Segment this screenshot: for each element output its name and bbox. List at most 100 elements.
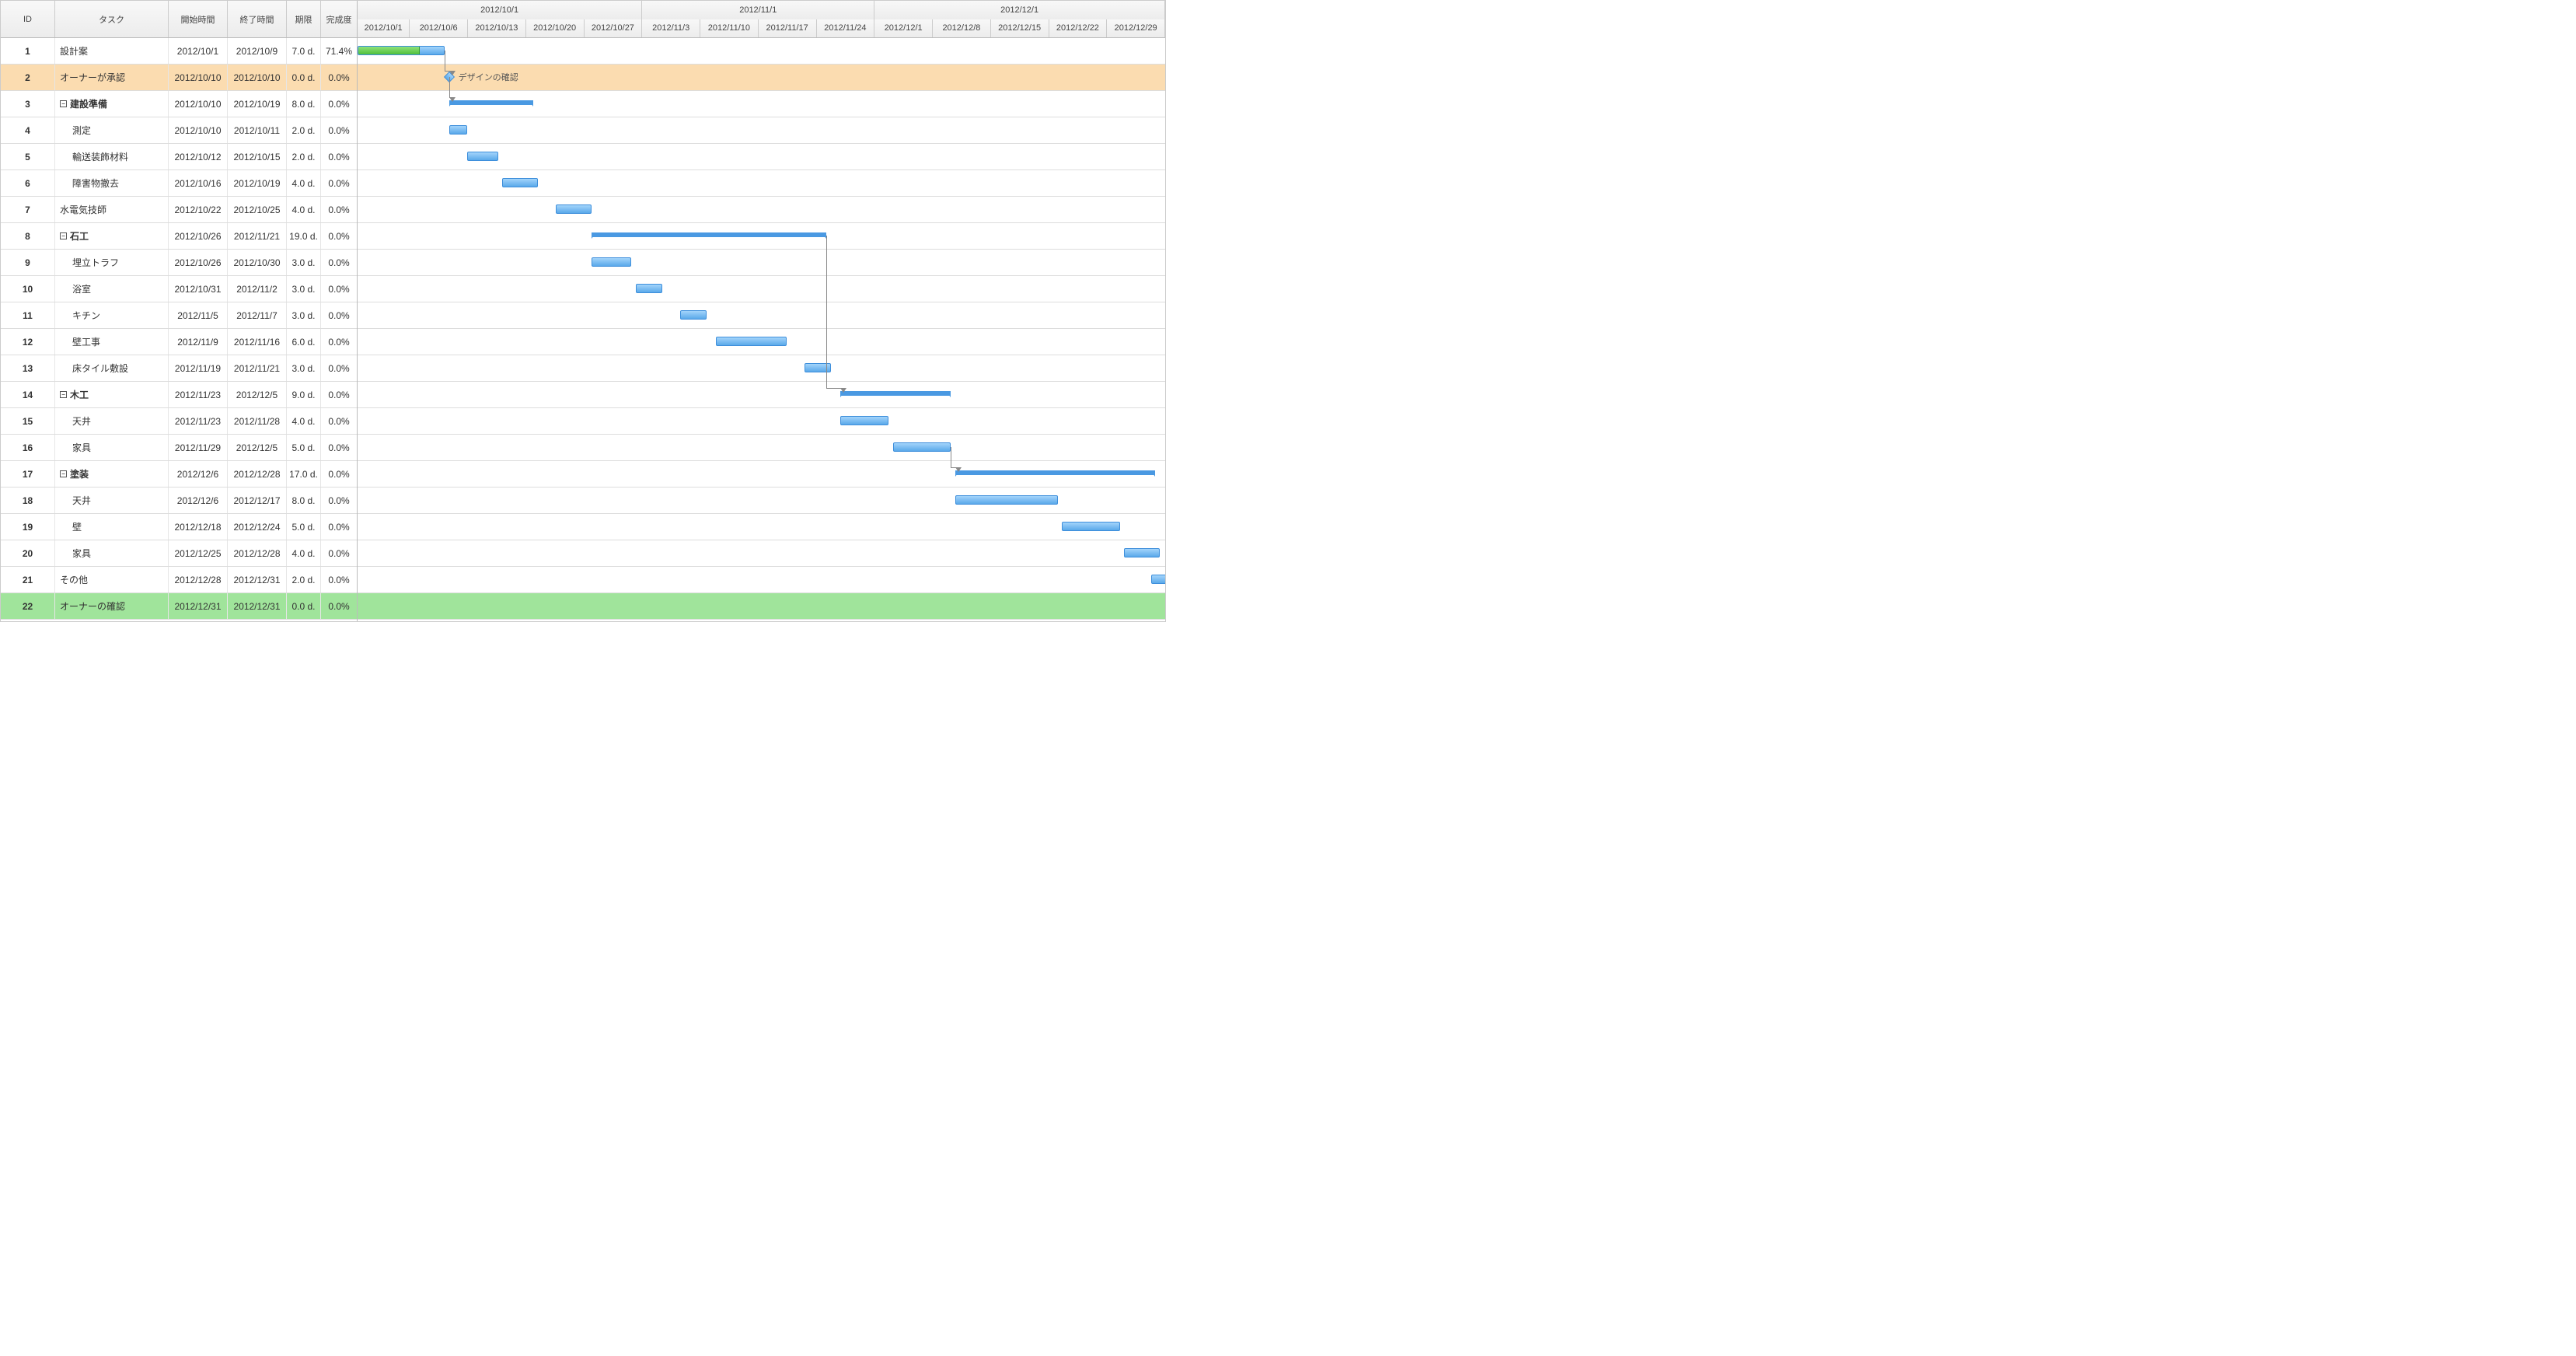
cell-duration: 5.0 d.	[287, 435, 321, 460]
summary-bar[interactable]	[449, 100, 534, 105]
cell-duration: 3.0 d.	[287, 302, 321, 328]
task-name: 天井	[72, 414, 91, 428]
table-row[interactable]: 21その他2012/12/282012/12/312.0 d.0.0%	[1, 567, 357, 593]
summary-bar[interactable]	[840, 391, 951, 396]
task-bar[interactable]	[467, 152, 498, 161]
collapse-icon[interactable]: −	[60, 470, 67, 477]
table-row[interactable]: 17−塗装2012/12/62012/12/2817.0 d.0.0%	[1, 461, 357, 488]
table-row[interactable]: 15天井2012/11/232012/11/284.0 d.0.0%	[1, 408, 357, 435]
table-row[interactable]: 10浴室2012/10/312012/11/23.0 d.0.0%	[1, 276, 357, 302]
task-bar[interactable]	[893, 442, 951, 452]
task-name: 天井	[72, 494, 91, 507]
timeline-row	[358, 461, 1165, 488]
table-row[interactable]: 3−建設準備2012/10/102012/10/198.0 d.0.0%	[1, 91, 357, 117]
table-row[interactable]: 4測定2012/10/102012/10/112.0 d.0.0%	[1, 117, 357, 144]
task-bar[interactable]	[680, 310, 707, 320]
col-start-header[interactable]: 開始時間	[169, 1, 228, 37]
col-duration-header[interactable]: 期限	[287, 1, 321, 37]
week-header: 2012/10/27	[585, 19, 643, 38]
table-row[interactable]: 9埋立トラフ2012/10/262012/10/303.0 d.0.0%	[1, 250, 357, 276]
col-progress-header[interactable]: 完成度	[321, 1, 357, 37]
timeline-row	[358, 276, 1165, 302]
timeline-pane: 2012/10/12012/11/12012/12/1 2012/10/1201…	[358, 1, 1165, 621]
summary-bar[interactable]	[955, 470, 1155, 475]
task-name: 浴室	[72, 282, 91, 295]
cell-duration: 2.0 d.	[287, 567, 321, 592]
timeline-row	[358, 435, 1165, 461]
collapse-icon[interactable]: −	[60, 100, 67, 107]
cell-duration: 17.0 d.	[287, 461, 321, 487]
table-row[interactable]: 12壁工事2012/11/92012/11/166.0 d.0.0%	[1, 329, 357, 355]
task-bar[interactable]	[592, 257, 631, 267]
table-row[interactable]: 8−石工2012/10/262012/11/2119.0 d.0.0%	[1, 223, 357, 250]
cell-end: 2012/10/11	[228, 117, 287, 143]
timeline-row	[358, 382, 1165, 408]
timeline-body[interactable]: デザインの確認	[358, 38, 1165, 621]
task-bar[interactable]	[955, 495, 1057, 505]
cell-task: 天井	[55, 488, 169, 513]
col-task-header[interactable]: タスク	[55, 1, 169, 37]
task-name: 埋立トラフ	[72, 256, 119, 269]
table-row[interactable]: 1設計案2012/10/12012/10/97.0 d.71.4%	[1, 38, 357, 65]
grid-header: ID タスク 開始時間 終了時間 期限 完成度	[1, 1, 357, 38]
task-bar[interactable]	[556, 204, 592, 214]
cell-duration: 0.0 d.	[287, 65, 321, 90]
task-bar[interactable]	[1124, 548, 1160, 557]
summary-bar[interactable]	[592, 232, 827, 237]
timeline-row	[358, 329, 1165, 355]
task-bar[interactable]	[449, 125, 467, 135]
task-bar[interactable]	[358, 46, 445, 55]
collapse-icon[interactable]: −	[60, 232, 67, 239]
col-end-header[interactable]: 終了時間	[228, 1, 287, 37]
cell-start: 2012/12/6	[169, 488, 228, 513]
task-bar[interactable]	[805, 363, 831, 372]
task-bar[interactable]	[636, 284, 662, 293]
cell-task: 輸送装飾材料	[55, 144, 169, 170]
task-bar[interactable]	[1062, 522, 1119, 531]
col-id-header[interactable]: ID	[1, 1, 55, 37]
task-bar[interactable]	[716, 337, 787, 346]
table-row[interactable]: 20家具2012/12/252012/12/284.0 d.0.0%	[1, 540, 357, 567]
cell-id: 19	[1, 514, 55, 540]
gantt-chart: ID タスク 開始時間 終了時間 期限 完成度 1設計案2012/10/1201…	[0, 0, 1166, 622]
cell-progress: 0.0%	[321, 593, 357, 619]
table-row[interactable]: 11キチン2012/11/52012/11/73.0 d.0.0%	[1, 302, 357, 329]
collapse-icon[interactable]: −	[60, 391, 67, 398]
week-header: 2012/12/29	[1107, 19, 1165, 38]
table-row[interactable]: 13床タイル敷設2012/11/192012/11/213.0 d.0.0%	[1, 355, 357, 382]
cell-duration: 19.0 d.	[287, 223, 321, 249]
cell-id: 5	[1, 144, 55, 170]
timeline-row	[358, 488, 1165, 514]
timeline-row	[358, 197, 1165, 223]
cell-progress: 0.0%	[321, 329, 357, 355]
cell-id: 3	[1, 91, 55, 117]
table-row[interactable]: 19壁2012/12/182012/12/245.0 d.0.0%	[1, 514, 357, 540]
cell-id: 22	[1, 593, 55, 619]
task-bar[interactable]	[502, 178, 538, 187]
table-row[interactable]: 18天井2012/12/62012/12/178.0 d.0.0%	[1, 488, 357, 514]
cell-progress: 0.0%	[321, 355, 357, 381]
cell-task: 壁	[55, 514, 169, 540]
cell-id: 16	[1, 435, 55, 460]
cell-end: 2012/12/28	[228, 540, 287, 566]
table-row[interactable]: 14−木工2012/11/232012/12/59.0 d.0.0%	[1, 382, 357, 408]
cell-duration: 3.0 d.	[287, 276, 321, 302]
cell-duration: 7.0 d.	[287, 38, 321, 64]
cell-id: 10	[1, 276, 55, 302]
table-row[interactable]: 5輸送装飾材料2012/10/122012/10/152.0 d.0.0%	[1, 144, 357, 170]
task-bar[interactable]	[1151, 575, 1165, 584]
cell-task: 家具	[55, 540, 169, 566]
table-row[interactable]: 22オーナーの確認2012/12/312012/12/310.0 d.0.0%	[1, 593, 357, 620]
cell-progress: 0.0%	[321, 408, 357, 434]
table-row[interactable]: 6障害物撤去2012/10/162012/10/194.0 d.0.0%	[1, 170, 357, 197]
week-header: 2012/10/1	[358, 19, 410, 38]
cell-end: 2012/12/31	[228, 567, 287, 592]
cell-start: 2012/11/19	[169, 355, 228, 381]
cell-end: 2012/10/30	[228, 250, 287, 275]
table-row[interactable]: 16家具2012/11/292012/12/55.0 d.0.0%	[1, 435, 357, 461]
table-row[interactable]: 7水電気技師2012/10/222012/10/254.0 d.0.0%	[1, 197, 357, 223]
cell-duration: 4.0 d.	[287, 540, 321, 566]
table-row[interactable]: 2オーナーが承認2012/10/102012/10/100.0 d.0.0%	[1, 65, 357, 91]
task-bar[interactable]	[840, 416, 889, 425]
timeline-row	[358, 355, 1165, 382]
